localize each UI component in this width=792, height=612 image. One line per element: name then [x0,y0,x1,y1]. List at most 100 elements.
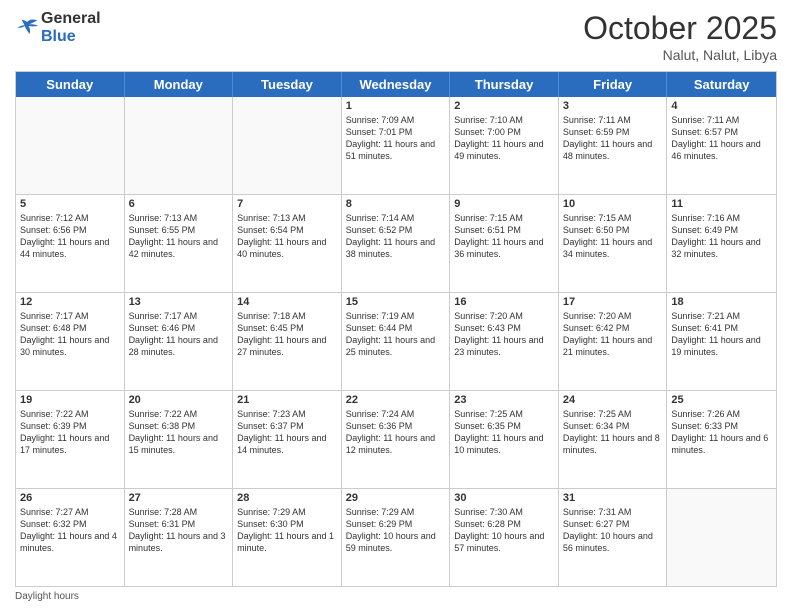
calendar-cell: 13Sunrise: 7:17 AM Sunset: 6:46 PM Dayli… [125,293,234,390]
footer: Daylight hours [15,591,777,602]
cell-date: 27 [129,492,229,504]
cell-info: Sunrise: 7:13 AM Sunset: 6:54 PM Dayligh… [237,212,337,261]
logo: General Blue [15,10,101,45]
calendar-cell: 16 Sunrise: 7:20 AM Sunset: 6:43 PM Dayli… [450,293,559,390]
calendar-cell: 17 Sunrise: 7:20 AM Sunset: 6:42 PM Dayli… [559,293,668,390]
cell-info: Sunrise: 7:29 AM Sunset: 6:29 PM Dayligh… [346,506,446,555]
calendar-cell: 20 Sunrise: 7:22 AM Sunset: 6:38 PM Dayli… [125,391,234,488]
calendar-cell [667,489,776,586]
logo-blue-text: Blue [41,28,101,46]
calendar-cell: 4 Sunrise: 7:11 AM Sunset: 6:57 PM Daylig… [667,97,776,194]
cell-info: Sunrise: 7:11 AM Sunset: 6:59 PM Dayligh… [563,114,663,163]
cell-date: 21 [237,394,337,406]
cell-info: Sunrise: 7:09 AM Sunset: 7:01 PM Dayligh… [346,114,446,163]
day-header-monday: Monday [125,72,234,97]
calendar-cell: 5Sunrise: 7:12 AM Sunset: 6:56 PM Daylig… [16,195,125,292]
cell-date: 1 [346,100,446,112]
cell-date: 28 [237,492,337,504]
cell-date: 26 [20,492,120,504]
calendar-cell: 31 Sunrise: 7:31 AM Sunset: 6:27 PM Dayli… [559,489,668,586]
cell-date: 11 [671,198,772,210]
cell-date: 15 [346,296,446,308]
cell-date: 7 [237,198,337,210]
day-header-sunday: Sunday [16,72,125,97]
cell-info: Sunrise: 7:15 AM Sunset: 6:50 PM Dayligh… [563,212,663,261]
cell-date: 14 [237,296,337,308]
cell-date: 18 [671,296,772,308]
calendar-cell: 3 Sunrise: 7:11 AM Sunset: 6:59 PM Daylig… [559,97,668,194]
cell-info: Sunrise: 7:10 AM Sunset: 7:00 PM Dayligh… [454,114,554,163]
day-header-wednesday: Wednesday [342,72,451,97]
calendar-row-0: 1 Sunrise: 7:09 AM Sunset: 7:01 PM Daylig… [16,97,776,194]
calendar-cell: 2 Sunrise: 7:10 AM Sunset: 7:00 PM Daylig… [450,97,559,194]
cell-info: Sunrise: 7:23 AM Sunset: 6:37 PM Dayligh… [237,408,337,457]
calendar-cell: 25 Sunrise: 7:26 AM Sunset: 6:33 PM Dayli… [667,391,776,488]
cell-date: 30 [454,492,554,504]
calendar-cell [233,97,342,194]
day-headers: SundayMondayTuesdayWednesdayThursdayFrid… [16,72,776,97]
day-header-tuesday: Tuesday [233,72,342,97]
cell-date: 17 [563,296,663,308]
cell-info: Sunrise: 7:20 AM Sunset: 6:42 PM Dayligh… [563,310,663,359]
cell-date: 23 [454,394,554,406]
cell-date: 6 [129,198,229,210]
page: General Blue October 2025 Nalut, Nalut, … [0,0,792,612]
cell-date: 25 [671,394,772,406]
cell-info: Sunrise: 7:14 AM Sunset: 6:52 PM Dayligh… [346,212,446,261]
calendar-row-3: 19 Sunrise: 7:22 AM Sunset: 6:39 PM Dayli… [16,390,776,488]
calendar-cell: 28Sunrise: 7:29 AM Sunset: 6:30 PM Dayli… [233,489,342,586]
calendar-cell: 18 Sunrise: 7:21 AM Sunset: 6:41 PM Dayli… [667,293,776,390]
header: General Blue October 2025 Nalut, Nalut, … [15,10,777,63]
calendar-body: 1 Sunrise: 7:09 AM Sunset: 7:01 PM Daylig… [16,97,776,586]
cell-info: Sunrise: 7:17 AM Sunset: 6:48 PM Dayligh… [20,310,120,359]
cell-info: Sunrise: 7:27 AM Sunset: 6:32 PM Dayligh… [20,506,120,555]
cell-date: 2 [454,100,554,112]
calendar-cell: 23Sunrise: 7:25 AM Sunset: 6:35 PM Dayli… [450,391,559,488]
cell-info: Sunrise: 7:17 AM Sunset: 6:46 PM Dayligh… [129,310,229,359]
cell-info: Sunrise: 7:18 AM Sunset: 6:45 PM Dayligh… [237,310,337,359]
cell-info: Sunrise: 7:30 AM Sunset: 6:28 PM Dayligh… [454,506,554,555]
cell-date: 31 [563,492,663,504]
calendar-cell: 12Sunrise: 7:17 AM Sunset: 6:48 PM Dayli… [16,293,125,390]
cell-date: 19 [20,394,120,406]
title-section: October 2025 Nalut, Nalut, Libya [583,10,777,63]
calendar-cell: 26 Sunrise: 7:27 AM Sunset: 6:32 PM Dayli… [16,489,125,586]
cell-date: 8 [346,198,446,210]
month-title: October 2025 [583,10,777,47]
calendar-cell: 6 Sunrise: 7:13 AM Sunset: 6:55 PM Daylig… [125,195,234,292]
cell-date: 20 [129,394,229,406]
cell-date: 22 [346,394,446,406]
cell-date: 4 [671,100,772,112]
calendar-cell: 11 Sunrise: 7:16 AM Sunset: 6:49 PM Dayli… [667,195,776,292]
daylight-hours-label: Daylight hours [15,591,79,602]
cell-info: Sunrise: 7:12 AM Sunset: 6:56 PM Dayligh… [20,212,120,261]
cell-info: Sunrise: 7:31 AM Sunset: 6:27 PM Dayligh… [563,506,663,555]
cell-info: Sunrise: 7:22 AM Sunset: 6:38 PM Dayligh… [129,408,229,457]
day-header-friday: Friday [559,72,668,97]
cell-info: Sunrise: 7:25 AM Sunset: 6:34 PM Dayligh… [563,408,663,457]
cell-info: Sunrise: 7:24 AM Sunset: 6:36 PM Dayligh… [346,408,446,457]
cell-info: Sunrise: 7:11 AM Sunset: 6:57 PM Dayligh… [671,114,772,163]
day-header-thursday: Thursday [450,72,559,97]
cell-date: 29 [346,492,446,504]
cell-date: 10 [563,198,663,210]
calendar-cell: 15 Sunrise: 7:19 AM Sunset: 6:44 PM Dayli… [342,293,451,390]
cell-info: Sunrise: 7:21 AM Sunset: 6:41 PM Dayligh… [671,310,772,359]
day-header-saturday: Saturday [667,72,776,97]
cell-info: Sunrise: 7:13 AM Sunset: 6:55 PM Dayligh… [129,212,229,261]
calendar-cell [125,97,234,194]
calendar-cell: 7 Sunrise: 7:13 AM Sunset: 6:54 PM Daylig… [233,195,342,292]
cell-date: 3 [563,100,663,112]
cell-info: Sunrise: 7:22 AM Sunset: 6:39 PM Dayligh… [20,408,120,457]
calendar-cell: 29 Sunrise: 7:29 AM Sunset: 6:29 PM Dayli… [342,489,451,586]
calendar-cell: 1 Sunrise: 7:09 AM Sunset: 7:01 PM Daylig… [342,97,451,194]
cell-info: Sunrise: 7:16 AM Sunset: 6:49 PM Dayligh… [671,212,772,261]
cell-date: 16 [454,296,554,308]
logo-text: General Blue [41,10,101,45]
calendar-cell: 21 Sunrise: 7:23 AM Sunset: 6:37 PM Dayli… [233,391,342,488]
cell-info: Sunrise: 7:19 AM Sunset: 6:44 PM Dayligh… [346,310,446,359]
calendar-row-1: 5Sunrise: 7:12 AM Sunset: 6:56 PM Daylig… [16,194,776,292]
cell-date: 9 [454,198,554,210]
cell-info: Sunrise: 7:20 AM Sunset: 6:43 PM Dayligh… [454,310,554,359]
cell-info: Sunrise: 7:26 AM Sunset: 6:33 PM Dayligh… [671,408,772,457]
